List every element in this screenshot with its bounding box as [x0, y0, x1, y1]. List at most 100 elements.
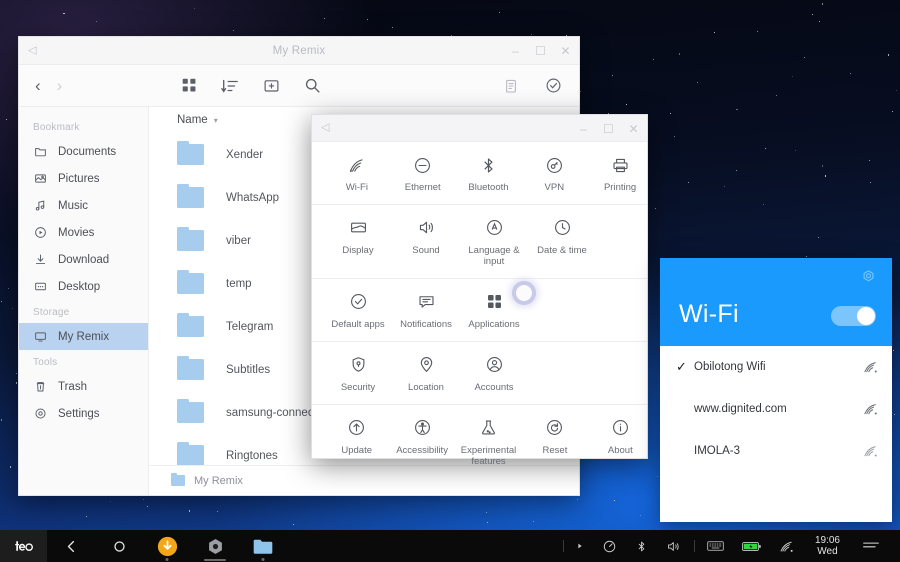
star [821, 165, 824, 167]
sidebar-item-music[interactable]: Music [19, 192, 148, 219]
folder-icon [177, 441, 204, 465]
running-indicator [165, 558, 169, 561]
settings-app[interactable] [191, 530, 239, 562]
star [611, 75, 613, 77]
settings-item-security[interactable]: Security [330, 354, 386, 394]
settings-window: ◁ – ☐ ✕ Wi-Fi Ethernet Bluetooth VPN Pri… [311, 114, 648, 466]
search-icon[interactable] [302, 76, 322, 96]
file-name: Telegram [226, 320, 274, 333]
remix-de-logo[interactable] [0, 530, 47, 562]
close-button[interactable]: ✕ [628, 123, 639, 135]
keyboard-icon[interactable] [698, 530, 733, 562]
nav-forward-button[interactable]: › [57, 77, 63, 94]
settings-item-display[interactable]: Display [330, 217, 386, 268]
star [894, 413, 896, 415]
home-button[interactable] [95, 530, 143, 562]
downloads-app[interactable] [143, 530, 191, 562]
close-button[interactable]: ✕ [560, 45, 571, 57]
select-check-icon[interactable] [543, 76, 563, 96]
wifi-network-row[interactable]: www.dignited.com [660, 388, 892, 430]
files-app[interactable] [239, 530, 287, 562]
settings-item-location[interactable]: Location [398, 354, 454, 394]
wifi-toggle[interactable] [831, 306, 876, 326]
taskbar: 19:06 Wed [0, 530, 900, 562]
star [486, 512, 487, 514]
settings-item-sound[interactable]: Sound [398, 217, 454, 268]
settings-item-printing[interactable]: Printing [593, 154, 647, 194]
update-arrow-icon [346, 417, 368, 439]
settings-item-experimental-features[interactable]: Experimental features [461, 417, 516, 468]
star [654, 208, 656, 209]
bluetooth-icon[interactable] [626, 530, 657, 562]
star [735, 169, 737, 171]
tray-divider [693, 540, 695, 552]
settings-item-label: Date & time [537, 244, 587, 256]
star [142, 498, 144, 500]
sidebar-item-desktop[interactable]: Desktop [19, 273, 148, 300]
volume-icon[interactable] [657, 530, 691, 562]
settings-item-accessibility[interactable]: Accessibility [395, 417, 448, 468]
nav-back-button[interactable]: ‹ [35, 77, 41, 94]
sidebar-label: My Remix [58, 330, 110, 343]
sidebar-item-download[interactable]: Download [19, 246, 148, 273]
bluetooth-icon [477, 154, 499, 176]
star [696, 82, 698, 84]
star [11, 307, 13, 309]
settings-item-date-time[interactable]: Date & time [534, 217, 590, 268]
folder-icon [177, 183, 204, 208]
maximize-button[interactable]: ☐ [535, 45, 546, 57]
settings-item-notifications[interactable]: Notifications [398, 291, 454, 331]
sidebar-label: Documents [58, 145, 117, 158]
settings-item-update[interactable]: Update [330, 417, 383, 468]
maximize-button[interactable]: ☐ [603, 123, 614, 135]
back-button[interactable] [47, 530, 95, 562]
grid-view-icon[interactable] [179, 76, 199, 96]
wifi-network-row[interactable]: ✓ Obilotong Wifi [660, 346, 892, 388]
sort-icon[interactable] [220, 76, 240, 96]
desktop-icon [33, 280, 47, 294]
signal-icon [863, 444, 878, 458]
wifi-icon[interactable] [770, 530, 803, 562]
folder-icon [177, 355, 204, 380]
settings-item-reset[interactable]: Reset [528, 417, 581, 468]
sidebar-item-settings[interactable]: Settings [19, 400, 148, 427]
monitor-icon [33, 330, 47, 344]
wifi-icon [346, 154, 368, 176]
star [870, 182, 872, 184]
clock-time: 19:06 [814, 535, 840, 546]
brightness-icon[interactable] [593, 530, 626, 562]
settings-item-accounts[interactable]: Accounts [466, 354, 522, 394]
chevron-down-icon[interactable]: ▾ [214, 116, 218, 125]
settings-item-vpn[interactable]: VPN [527, 154, 581, 194]
sidebar-item-pictures[interactable]: Pictures [19, 165, 148, 192]
settings-item-ethernet[interactable]: Ethernet [396, 154, 450, 194]
sidebar-item-my-remix[interactable]: My Remix [19, 323, 148, 350]
battery-icon[interactable] [733, 530, 770, 562]
settings-item-bluetooth[interactable]: Bluetooth [462, 154, 516, 194]
settings-item-default-apps[interactable]: Default apps [330, 291, 386, 331]
settings-item-label: About [607, 444, 633, 456]
star [804, 56, 806, 58]
minimize-button[interactable]: – [578, 123, 589, 135]
settings-item-about[interactable]: About [594, 417, 647, 468]
taskbar-clock[interactable]: 19:06 Wed [803, 535, 852, 557]
wifi-network-row[interactable]: IMOLA-3 [660, 430, 892, 472]
window-back-icon[interactable]: ◁ [28, 45, 36, 56]
minimize-button[interactable]: – [510, 45, 521, 57]
sidebar-item-documents[interactable]: Documents [19, 138, 148, 165]
sidebar-label: Pictures [58, 172, 100, 185]
sidebar-item-trash[interactable]: Trash [19, 373, 148, 400]
settings-item-wifi[interactable]: Wi-Fi [330, 154, 384, 194]
clipboard-icon[interactable] [501, 76, 521, 96]
settings-item-language-input[interactable]: Language & input [466, 217, 522, 268]
file-name: Ringtones [226, 449, 278, 462]
hamburger-menu-icon[interactable] [852, 540, 894, 552]
window-back-icon[interactable]: ◁ [321, 122, 329, 134]
new-folder-icon[interactable] [261, 76, 281, 96]
settings-gear-icon[interactable] [860, 269, 877, 286]
star [688, 182, 690, 184]
expand-tray-icon[interactable] [567, 530, 593, 562]
sidebar-item-movies[interactable]: Movies [19, 219, 148, 246]
running-indicator [204, 559, 226, 561]
location-pin-icon [415, 354, 437, 376]
